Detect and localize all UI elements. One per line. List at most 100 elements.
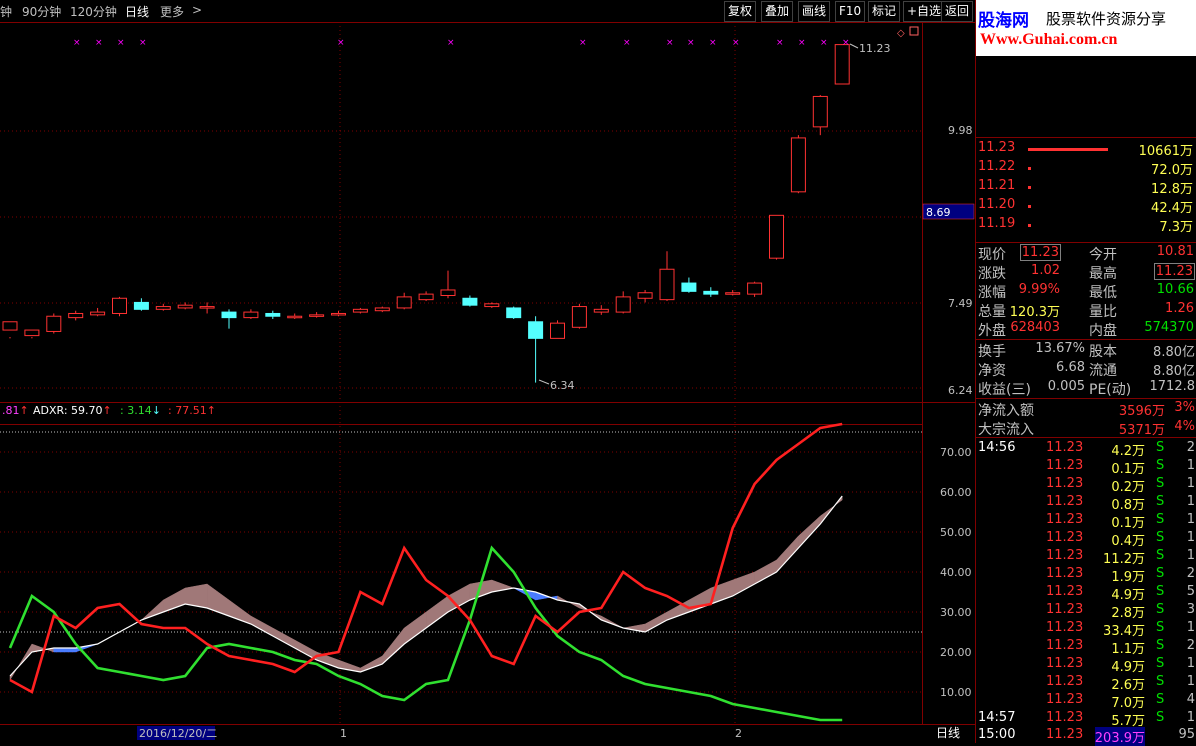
window-restore-icon[interactable] xyxy=(909,26,919,36)
candle-body xyxy=(2,321,18,331)
signal-marker: × xyxy=(623,38,631,48)
tick-side: S xyxy=(1156,440,1165,455)
candle-body xyxy=(681,282,697,292)
candle-body xyxy=(769,214,784,259)
tick-row: 11.23 1.1万 S 2 xyxy=(976,638,1196,657)
date-cursor-label: 2016/12/20/二 xyxy=(139,727,217,740)
volume-bar xyxy=(1028,224,1031,227)
tick-price: 11.23 xyxy=(1046,440,1084,455)
signal-marker: × xyxy=(337,38,345,48)
candle-body xyxy=(24,329,40,337)
candle-body xyxy=(396,296,412,309)
tick-count: 95 xyxy=(1178,727,1195,742)
quote-value: 11.23 xyxy=(1153,263,1195,280)
tick-volume: 0.1万 xyxy=(1111,462,1145,477)
candle-body xyxy=(790,137,806,193)
bid-volume: 12.8万 xyxy=(1151,182,1193,197)
candle-body xyxy=(528,321,544,339)
logo-url: Www.Guhai.com.cn xyxy=(980,31,1118,48)
candle-body xyxy=(287,315,303,319)
tick-volume: 11.2万 xyxy=(1103,552,1145,567)
tick-volume: 4.9万 xyxy=(1111,660,1145,675)
candle-body xyxy=(418,293,434,301)
quote-value: 10.66 xyxy=(1156,282,1194,297)
tick-count: 1 xyxy=(1186,656,1195,671)
candle-body xyxy=(352,308,368,313)
tick-count: 1 xyxy=(1186,494,1195,509)
fund-row: 换手 13.67% 股本 8.80亿 xyxy=(976,341,1196,360)
adx-band-segment xyxy=(732,571,755,597)
quote-value: 11.23 xyxy=(1019,244,1061,261)
candle-body xyxy=(615,296,631,313)
candle-body xyxy=(155,306,171,310)
bid-volume: 72.0万 xyxy=(1151,163,1193,178)
diamond-icon[interactable]: ◇ xyxy=(897,28,905,39)
tick-row: 11.23 7.0万 S 4 xyxy=(976,692,1196,711)
bid-volume: 42.4万 xyxy=(1151,201,1193,216)
signal-marker: × xyxy=(95,38,103,48)
tick-row: 11.23 0.4万 S 1 xyxy=(976,530,1196,549)
flow-percent: 4% xyxy=(1174,419,1195,434)
fund-value: 8.80亿 xyxy=(1153,364,1195,379)
tick-row: 14:56 11.23 4.2万 S 2 xyxy=(976,440,1196,459)
month-label: 1 xyxy=(340,727,347,740)
flow-value: 3596万 xyxy=(1118,404,1165,419)
tick-row: 11.23 1.9万 S 2 xyxy=(976,566,1196,585)
tick-volume: 0.2万 xyxy=(1111,480,1145,495)
chart-area[interactable]: 9.98 8.69 7.49 6.24 × × × × × × × × × × × × × × × × 11.… xyxy=(0,0,975,743)
bid-price: 11.19 xyxy=(978,216,1016,231)
tick-side: S xyxy=(1156,566,1165,581)
adx-band-segment xyxy=(9,643,33,681)
candle-body xyxy=(90,311,106,316)
tick-side: S xyxy=(1156,710,1165,725)
quote-value: 120.3万 xyxy=(1009,305,1060,320)
period-label: 日线 xyxy=(936,726,960,740)
quote-value: 1.02 xyxy=(1031,263,1060,278)
candle-body xyxy=(834,44,850,85)
tick-volume: 33.4万 xyxy=(1103,624,1145,639)
tick-side: S xyxy=(1156,674,1165,689)
signal-marker: × xyxy=(842,38,850,48)
high-price-label: 11.23 xyxy=(859,42,891,55)
adx-band-segment xyxy=(776,535,799,573)
tick-side: S xyxy=(1156,512,1165,527)
tick-count: 1 xyxy=(1186,674,1195,689)
tick-side: S xyxy=(1156,656,1165,671)
quote-row: 外盘 628403 内盘 574370 xyxy=(976,320,1196,339)
bid-price: 11.23 xyxy=(978,140,1016,155)
tick-row: 11.23 33.4万 S 1 xyxy=(976,620,1196,639)
bid-price: 11.21 xyxy=(978,178,1016,193)
candle-body xyxy=(46,315,62,332)
tick-count: 4 xyxy=(1186,692,1195,707)
quote-row: 现价 11.23 今开 10.81 xyxy=(976,244,1196,263)
tick-volume: 0.8万 xyxy=(1111,498,1145,513)
tick-volume: 1.1万 xyxy=(1111,642,1145,657)
indicator-axis-label: 20.00 xyxy=(940,646,972,659)
quote-panel: 股海网 股票软件资源分享 Www.Guhai.com.cn 11.23 10661… xyxy=(975,0,1196,746)
volume-bar xyxy=(1028,167,1031,170)
tick-volume: 0.1万 xyxy=(1111,516,1145,531)
signal-marker: × xyxy=(709,38,717,48)
candlestick-series xyxy=(2,44,850,383)
candle-body xyxy=(265,312,281,317)
tick-row: 11.23 4.9万 S 5 xyxy=(976,584,1196,603)
mdi-line xyxy=(8,545,843,722)
candle-body xyxy=(309,314,325,317)
bid-volume: 10661万 xyxy=(1138,144,1193,159)
low-price-label: 6.34 xyxy=(550,379,575,392)
candle-body xyxy=(812,95,828,128)
volume-bar xyxy=(1028,186,1031,189)
tick-side: S xyxy=(1156,494,1165,509)
signal-marker: × xyxy=(73,38,81,48)
quote-label: 总量 xyxy=(978,304,1006,320)
tick-count: 1 xyxy=(1186,512,1195,527)
tick-price: 11.23 xyxy=(1046,692,1084,707)
candle-body xyxy=(571,306,587,328)
candle-body xyxy=(462,297,478,306)
tick-price: 11.23 xyxy=(1046,566,1084,581)
tick-side: S xyxy=(1156,476,1165,491)
candle-body xyxy=(221,311,237,319)
fund-value: 6.68 xyxy=(1056,360,1085,375)
quote-row: 涨跌 1.02 最高 11.23 xyxy=(976,263,1196,282)
orderbook-row: 11.22 72.0万 xyxy=(976,159,1196,178)
